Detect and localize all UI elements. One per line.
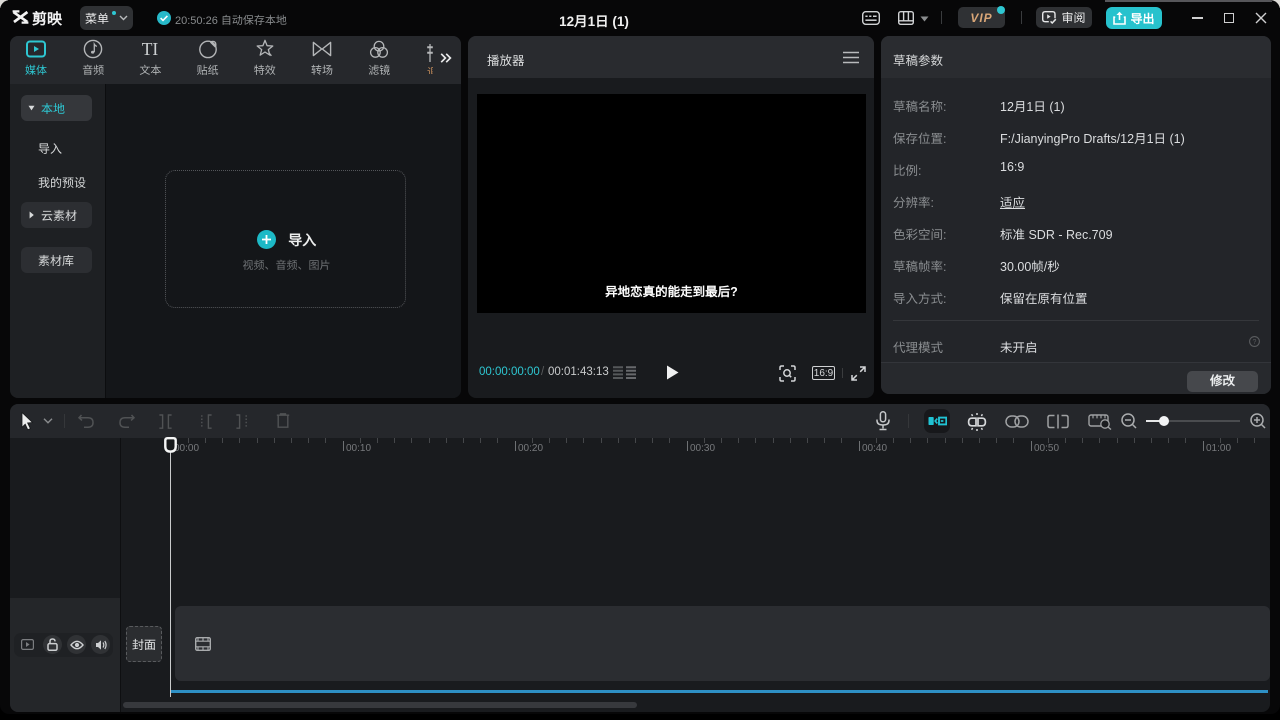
svg-text:TI: TI (142, 39, 159, 59)
svg-text:?: ? (1253, 339, 1257, 346)
